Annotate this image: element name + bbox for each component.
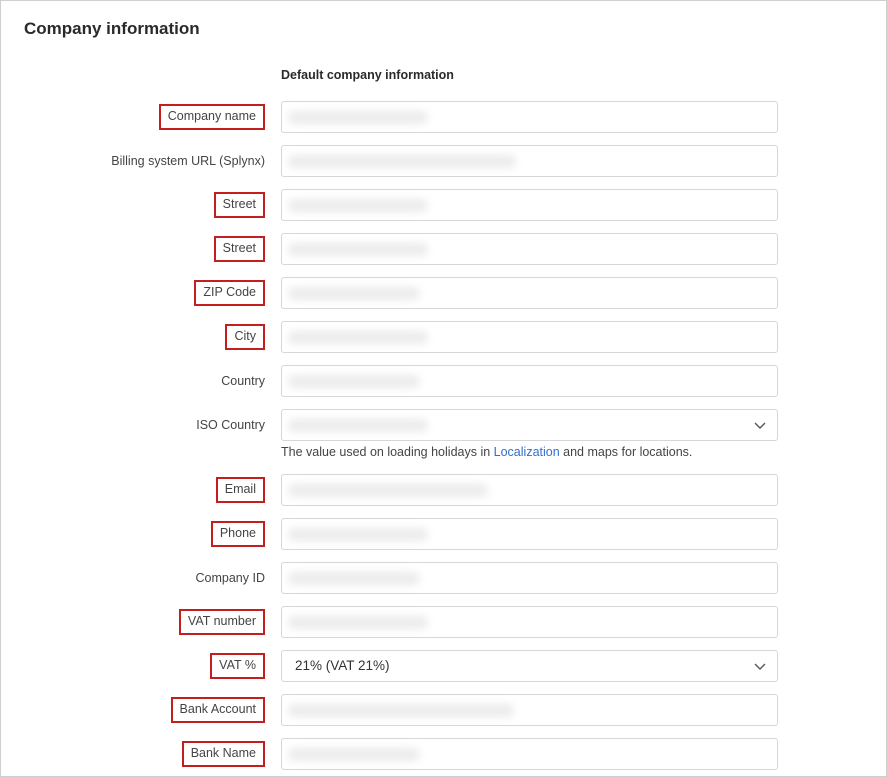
billing-url-label: Billing system URL (Splynx)	[111, 154, 265, 168]
row-bank-name: Bank Name	[1, 738, 886, 770]
chevron-down-icon	[754, 422, 766, 429]
row-street-2: Street	[1, 233, 886, 265]
redacted-value	[288, 572, 420, 585]
redacted-value	[288, 287, 420, 300]
row-phone: Phone	[1, 518, 886, 550]
street-2-label: Street	[213, 236, 265, 262]
vat-percent-value: 21% (VAT 21%)	[295, 658, 390, 673]
redacted-value	[288, 616, 428, 629]
company-id-label: Company ID	[195, 571, 265, 585]
section-title: Default company information	[281, 68, 454, 82]
row-company-id: Company ID	[1, 562, 886, 594]
redacted-value	[288, 243, 428, 256]
iso-country-hint: The value used on loading holidays in Lo…	[281, 445, 692, 459]
iso-country-select[interactable]	[281, 409, 778, 441]
vat-percent-label: VAT %	[210, 653, 265, 679]
panel-title: Company information	[24, 19, 200, 38]
hint-text-before: The value used on loading holidays in	[281, 445, 494, 459]
vat-number-label: VAT number	[178, 609, 265, 635]
redacted-value	[288, 528, 428, 541]
redacted-value	[288, 704, 514, 717]
bank-name-input[interactable]	[281, 738, 778, 770]
iso-country-label: ISO Country	[196, 418, 265, 432]
email-input[interactable]	[281, 474, 778, 506]
phone-input[interactable]	[281, 518, 778, 550]
company-name-label: Company name	[158, 104, 265, 130]
row-bank-account: Bank Account	[1, 694, 886, 726]
bank-account-label: Bank Account	[170, 697, 265, 723]
company-id-input[interactable]	[281, 562, 778, 594]
country-label: Country	[221, 374, 265, 388]
vat-number-input[interactable]	[281, 606, 778, 638]
hint-text-after: and maps for locations.	[559, 445, 693, 459]
city-input[interactable]	[281, 321, 778, 353]
street-2-input[interactable]	[281, 233, 778, 265]
row-street-1: Street	[1, 189, 886, 221]
redacted-value	[288, 748, 420, 761]
chevron-down-icon	[754, 663, 766, 670]
country-input[interactable]	[281, 365, 778, 397]
company-name-input[interactable]	[281, 101, 778, 133]
street-1-input[interactable]	[281, 189, 778, 221]
company-info-panel: Company information Default company info…	[0, 0, 887, 777]
redacted-value	[288, 331, 428, 344]
bank-account-input[interactable]	[281, 694, 778, 726]
zip-label: ZIP Code	[194, 280, 265, 306]
email-label: Email	[215, 477, 265, 503]
row-country: Country	[1, 365, 886, 397]
city-label: City	[225, 324, 265, 350]
redacted-value	[288, 484, 488, 497]
row-iso-country: ISO Country	[1, 409, 886, 441]
redacted-value	[288, 111, 428, 124]
zip-input[interactable]	[281, 277, 778, 309]
vat-percent-select[interactable]: 21% (VAT 21%)	[281, 650, 778, 682]
bank-name-label: Bank Name	[181, 741, 265, 767]
row-vat-percent: VAT % 21% (VAT 21%)	[1, 650, 886, 682]
row-email: Email	[1, 474, 886, 506]
localization-link[interactable]: Localization	[494, 445, 560, 459]
phone-label: Phone	[210, 521, 265, 547]
billing-url-input[interactable]	[281, 145, 778, 177]
row-city: City	[1, 321, 886, 353]
row-company-name: Company name	[1, 101, 886, 133]
redacted-value	[288, 199, 428, 212]
street-1-label: Street	[213, 192, 265, 218]
redacted-value	[288, 375, 420, 388]
redacted-value	[288, 419, 428, 432]
row-zip: ZIP Code	[1, 277, 886, 309]
row-billing-url: Billing system URL (Splynx)	[1, 145, 886, 177]
redacted-value	[288, 155, 516, 168]
row-vat-number: VAT number	[1, 606, 886, 638]
